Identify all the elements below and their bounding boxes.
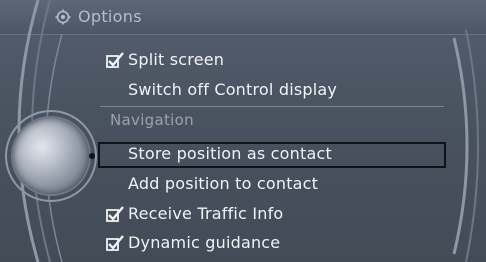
menu-item-label: Split screen — [128, 50, 225, 69]
menu-item-label: Add position to contact — [128, 174, 319, 193]
menu-item-label: Dynamic guidance — [128, 233, 281, 252]
checkbox-checked-icon — [106, 235, 124, 251]
menu-item-receive-traffic-info[interactable]: Receive Traffic Info — [0, 201, 486, 229]
menu-item-label: Receive Traffic Info — [128, 204, 284, 223]
section-label: Navigation — [110, 111, 194, 129]
checkbox-checked-icon — [106, 52, 124, 68]
menu-item-switch-off-display[interactable]: Switch off Control display — [0, 77, 486, 105]
section-header-navigation: Navigation — [0, 108, 486, 136]
section-divider — [100, 106, 444, 107]
scroll-arc — [452, 30, 479, 262]
checkbox-checked-icon — [106, 206, 124, 222]
menu-item-store-position[interactable]: Store position as contact — [0, 141, 486, 169]
menu-item-add-position[interactable]: Add position to contact — [0, 171, 486, 199]
menu-item-split-screen[interactable]: Split screen — [0, 47, 486, 75]
control-display: Options Split screen Switch off Control … — [0, 0, 486, 262]
menu-item-dynamic-guidance[interactable]: Dynamic guidance — [0, 230, 486, 258]
menu-item-label: Store position as contact — [128, 144, 332, 163]
menu-item-label: Switch off Control display — [128, 80, 338, 99]
